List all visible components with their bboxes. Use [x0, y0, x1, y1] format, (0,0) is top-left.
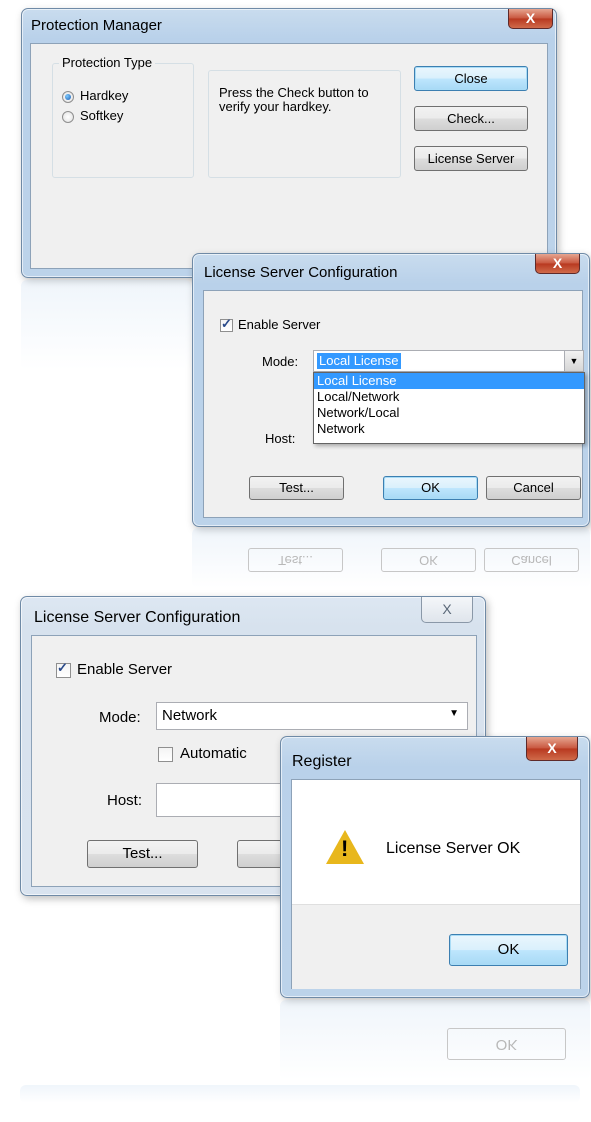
protection-type-label: Protection Type	[59, 55, 156, 70]
hardkey-label[interactable]: Hardkey	[80, 88, 128, 103]
chevron-down-icon[interactable]: ▼	[564, 351, 583, 371]
close-window-button[interactable]: X	[421, 597, 473, 623]
cancel-button[interactable]: Cancel	[486, 476, 581, 500]
window-title: License Server Configuration	[34, 609, 241, 626]
close-button[interactable]: Close	[414, 66, 528, 91]
dropdown-option-local-network[interactable]: Local/Network	[314, 389, 584, 405]
ok-button[interactable]: OK	[449, 934, 568, 966]
window-title: Register	[292, 753, 352, 770]
protection-manager-window: Protection Manager X Protection Type Har…	[21, 8, 557, 278]
automatic-checkbox[interactable]	[158, 747, 173, 762]
hardkey-radio[interactable]	[62, 91, 74, 103]
enable-server-checkbox[interactable]	[56, 660, 71, 678]
enable-server-checkbox[interactable]	[220, 316, 233, 332]
window-title: License Server Configuration	[204, 264, 398, 281]
reflected-test-button: Test...	[248, 548, 343, 572]
window-client-area: Protection Type Hardkey Softkey Press th…	[30, 43, 548, 269]
mode-selected-value: Local License	[317, 353, 401, 369]
enable-server-label[interactable]: Enable Server	[238, 317, 320, 332]
dropdown-option-local-license[interactable]: Local License	[314, 373, 584, 389]
window-reflection	[20, 1085, 580, 1103]
reflected-ok-button: OK	[381, 548, 476, 572]
enable-server-label[interactable]: Enable Server	[77, 661, 172, 678]
mode-label: Mode:	[99, 709, 141, 726]
test-button[interactable]: Test...	[87, 840, 198, 868]
mode-select[interactable]: Network ▼	[156, 702, 468, 730]
check-button[interactable]: Check...	[414, 106, 528, 131]
dropdown-option-network[interactable]: Network	[314, 421, 584, 437]
host-label: Host:	[265, 431, 296, 446]
window-client-area: Enable Server Mode: Local License ▼ Host…	[203, 290, 585, 518]
close-window-button[interactable]: X	[508, 9, 553, 29]
ok-button[interactable]: OK	[383, 476, 478, 500]
host-label: Host:	[107, 792, 143, 809]
close-window-button[interactable]: X	[535, 254, 580, 274]
chevron-down-icon[interactable]: ▼	[449, 708, 459, 719]
message-text: License Server OK	[386, 840, 521, 857]
test-button[interactable]: Test...	[249, 476, 344, 500]
register-window: Register X ! License Server OK OK	[280, 736, 590, 998]
mode-selected-value: Network	[162, 707, 218, 724]
automatic-label[interactable]: Automatic	[180, 745, 247, 762]
license-server-button[interactable]: License Server	[414, 146, 528, 171]
license-config-window-dropdown: License Server Configuration X Enable Se…	[192, 253, 590, 527]
window-reflection	[21, 280, 191, 370]
dropdown-option-network-local[interactable]: Network/Local	[314, 405, 584, 421]
check-instructions-text: Press the Check button to verify your ha…	[219, 85, 369, 114]
mode-dropdown-list[interactable]: Local License Local/Network Network/Loca…	[313, 372, 585, 444]
mode-select[interactable]: Local License ▼	[313, 350, 584, 372]
reflected-cancel-button: Cancel	[484, 548, 579, 572]
softkey-radio[interactable]	[62, 111, 74, 123]
reflected-ok-button: OK	[447, 1028, 566, 1060]
softkey-label[interactable]: Softkey	[80, 108, 123, 123]
window-title: Protection Manager	[31, 17, 162, 34]
close-window-button[interactable]: X	[526, 737, 578, 761]
warning-icon: !	[326, 830, 364, 864]
window-client-area: ! License Server OK OK	[291, 779, 581, 989]
mode-label: Mode:	[262, 354, 299, 369]
